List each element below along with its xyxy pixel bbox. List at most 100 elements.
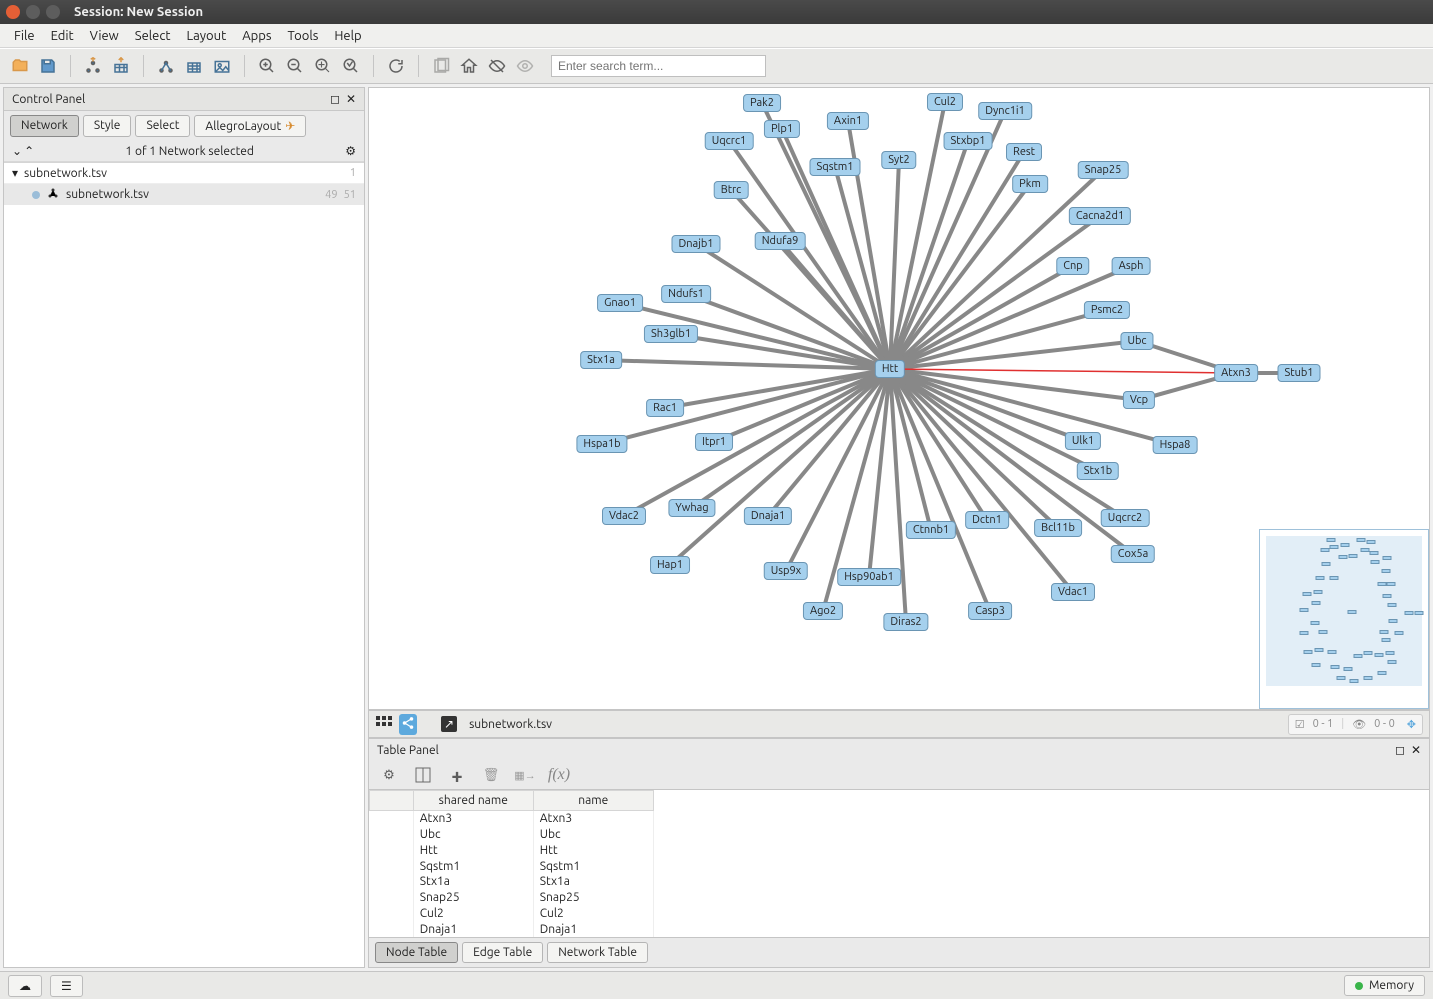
overview-panel[interactable] (1259, 529, 1429, 709)
tree-root[interactable]: ▾ subnetwork.tsv 1 (4, 163, 364, 184)
node-stub1[interactable]: Stub1 (1277, 364, 1320, 382)
node-hsp90ab1[interactable]: Hsp90ab1 (837, 568, 901, 586)
window-close-icon[interactable] (6, 5, 20, 19)
menu-select[interactable]: Select (127, 26, 179, 46)
node-dnajb1[interactable]: Dnajb1 (671, 235, 720, 253)
first-neighbors-icon[interactable] (429, 54, 453, 78)
zoom-fit-icon[interactable] (311, 54, 335, 78)
node-stx1a[interactable]: Stx1a (580, 351, 622, 369)
table-row[interactable]: UbcUbc (370, 827, 654, 843)
column-shared-name[interactable]: shared name (413, 791, 533, 811)
node-pkm[interactable]: Pkm (1012, 175, 1048, 193)
import-table-icon[interactable] (109, 54, 133, 78)
add-icon[interactable]: + (447, 765, 467, 785)
home-icon[interactable] (457, 54, 481, 78)
memory-button[interactable]: Memory (1344, 975, 1425, 996)
node-syt2[interactable]: Syt2 (881, 151, 916, 169)
node-ndufs1[interactable]: Ndufs1 (661, 285, 711, 303)
delete-icon[interactable]: 🗑 (481, 765, 501, 785)
node-axin1[interactable]: Axin1 (827, 112, 869, 130)
node-asph[interactable]: Asph (1112, 257, 1151, 275)
node-gnao1[interactable]: Gnao1 (597, 294, 643, 312)
tab-edge-table[interactable]: Edge Table (462, 942, 543, 963)
node-bcl11b[interactable]: Bcl11b (1034, 519, 1082, 537)
node-uqcrc1[interactable]: Uqcrc1 (705, 132, 754, 150)
node-sh3glb1[interactable]: Sh3glb1 (644, 325, 698, 343)
node-itpr1[interactable]: Itpr1 (695, 433, 733, 451)
node-vcp[interactable]: Vcp (1123, 391, 1155, 409)
node-rest[interactable]: Rest (1006, 143, 1042, 161)
share-view-icon[interactable] (399, 714, 417, 735)
function-builder-icon[interactable]: f(x) (549, 765, 569, 785)
export-table-icon[interactable] (182, 54, 206, 78)
node-dctn1[interactable]: Dctn1 (965, 511, 1009, 529)
node-diras2[interactable]: Diras2 (883, 613, 928, 631)
import-network-icon[interactable] (81, 54, 105, 78)
table-row[interactable]: Snap25Snap25 (370, 890, 654, 906)
detach-view-icon[interactable]: ↗ (441, 716, 457, 732)
export-network-icon[interactable] (154, 54, 178, 78)
node-uqcrc2[interactable]: Uqcrc2 (1101, 509, 1150, 527)
menu-edit[interactable]: Edit (43, 26, 82, 46)
network-tree[interactable]: ▾ subnetwork.tsv 1 subnetwork.tsv 49 51 (4, 162, 364, 967)
column-name[interactable]: name (533, 791, 653, 811)
node-rac1[interactable]: Rac1 (646, 399, 684, 417)
gear-icon[interactable]: ⚙ (345, 144, 356, 158)
node-snap25[interactable]: Snap25 (1078, 161, 1129, 179)
grid-view-icon[interactable] (375, 715, 393, 734)
reload-icon[interactable] (384, 54, 408, 78)
node-hspa8[interactable]: Hspa8 (1153, 436, 1198, 454)
export-image-icon[interactable] (210, 54, 234, 78)
tab-node-table[interactable]: Node Table (375, 942, 458, 963)
node-cnp[interactable]: Cnp (1056, 257, 1089, 275)
node-stx1b[interactable]: Stx1b (1077, 462, 1119, 480)
cloud-button[interactable]: ☁ (8, 975, 42, 997)
node-usp9x[interactable]: Usp9x (764, 562, 808, 580)
float-panel-icon[interactable]: ◻ (330, 92, 340, 106)
node-ctnnb1[interactable]: Ctnnb1 (906, 521, 956, 539)
tab-select[interactable]: Select (135, 115, 190, 137)
table-row[interactable]: Atxn3Atxn3 (370, 811, 654, 827)
node-htt[interactable]: Htt (875, 360, 905, 378)
window-minimize-icon[interactable] (26, 5, 40, 19)
node-cacna2d1[interactable]: Cacna2d1 (1069, 207, 1131, 225)
node-vdac1[interactable]: Vdac1 (1051, 583, 1095, 601)
search-input[interactable] (551, 55, 766, 77)
window-maximize-icon[interactable] (46, 5, 60, 19)
data-table[interactable]: shared namename Atxn3Atxn3 UbcUbc HttHtt… (369, 790, 654, 937)
close-panel-icon[interactable]: ✕ (346, 92, 356, 106)
menu-help[interactable]: Help (326, 26, 369, 46)
menu-apps[interactable]: Apps (234, 26, 279, 46)
network-view[interactable]: Htt Pak2 Cul2 Dync1i1 Axin1 Plp1 Stxbp1 Uqcrc1 R… (368, 87, 1430, 710)
tree-child[interactable]: subnetwork.tsv 49 51 (4, 184, 364, 205)
hide-icon[interactable] (485, 54, 509, 78)
zoom-in-icon[interactable] (255, 54, 279, 78)
tab-style[interactable]: Style (83, 115, 132, 137)
zoom-selected-icon[interactable] (339, 54, 363, 78)
node-pak2[interactable]: Pak2 (743, 94, 781, 112)
gear-icon[interactable]: ⚙ (379, 765, 399, 785)
expand-icon[interactable]: ⌃ (24, 144, 34, 158)
tab-allegrolayout[interactable]: AllegroLayout✈ (194, 115, 306, 137)
node-dync1i1[interactable]: Dync1i1 (978, 102, 1032, 120)
tab-network[interactable]: Network (10, 115, 79, 137)
menu-view[interactable]: View (82, 26, 127, 46)
node-ndufa9[interactable]: Ndufa9 (755, 232, 806, 250)
tab-network-table[interactable]: Network Table (547, 942, 648, 963)
node-stxbp1[interactable]: Stxbp1 (944, 132, 993, 150)
table-row[interactable]: Stx1aStx1a (370, 874, 654, 890)
zoom-out-icon[interactable] (283, 54, 307, 78)
node-ywhag[interactable]: Ywhag (668, 499, 715, 517)
close-table-icon[interactable]: ✕ (1411, 743, 1421, 757)
node-sqstm1[interactable]: Sqstm1 (810, 158, 861, 176)
node-cox5a[interactable]: Cox5a (1111, 545, 1155, 563)
columns-icon[interactable] (413, 765, 433, 785)
node-ulk1[interactable]: Ulk1 (1065, 432, 1101, 450)
table-row[interactable]: Cul2Cul2 (370, 905, 654, 921)
node-vdac2[interactable]: Vdac2 (602, 507, 646, 525)
node-cul2[interactable]: Cul2 (927, 93, 963, 111)
menu-layout[interactable]: Layout (179, 26, 235, 46)
node-plp1[interactable]: Plp1 (764, 120, 800, 138)
node-hap1[interactable]: Hap1 (650, 556, 690, 574)
show-icon[interactable] (513, 54, 537, 78)
